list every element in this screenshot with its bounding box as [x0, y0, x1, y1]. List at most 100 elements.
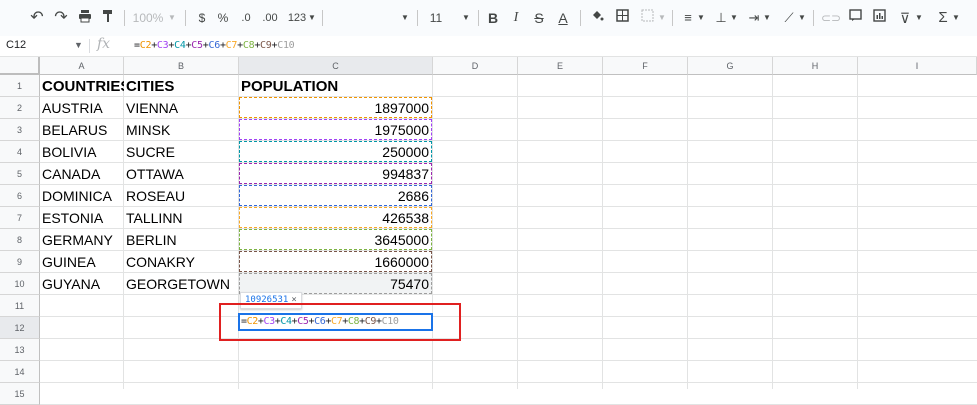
city-cell[interactable]: GEORGETOWN — [126, 276, 238, 293]
row-header-15[interactable]: 15 — [0, 383, 40, 405]
chevron-down-icon: ▼ — [308, 13, 316, 22]
row-header-1[interactable]: 1 — [0, 75, 40, 97]
country-cell[interactable]: DOMINICA — [42, 188, 124, 205]
chevron-down-icon: ▼ — [798, 13, 806, 22]
country-cell[interactable]: BELARUS — [42, 122, 124, 139]
strikethrough-icon[interactable]: S — [531, 9, 547, 27]
population-cell[interactable]: 2686 — [241, 188, 429, 205]
column-header-h[interactable]: H — [773, 57, 858, 75]
link-icon[interactable]: ⊂⊃ — [821, 9, 841, 27]
row-header-8[interactable]: 8 — [0, 229, 40, 251]
country-cell[interactable]: GERMANY — [42, 232, 124, 249]
row-header-12[interactable]: 12 — [0, 317, 40, 339]
text-color-icon[interactable]: A — [555, 9, 571, 27]
text-rotation-icon[interactable]: ⟋ — [781, 9, 797, 27]
select-all-corner[interactable] — [0, 57, 40, 75]
population-cell[interactable]: 1975000 — [241, 122, 429, 139]
percent-button[interactable]: % — [216, 9, 230, 27]
italic-icon[interactable]: I — [508, 9, 524, 27]
chevron-down-icon[interactable]: ▼ — [74, 40, 83, 50]
population-cell[interactable]: 3645000 — [241, 232, 429, 249]
country-cell[interactable]: AUSTRIA — [42, 100, 124, 117]
column-header-d[interactable]: D — [433, 57, 518, 75]
print-icon[interactable] — [76, 9, 94, 27]
chevron-down-icon: ▼ — [763, 13, 771, 22]
formula-token: C10 — [277, 40, 295, 51]
chevron-down-icon: ▼ — [168, 13, 176, 22]
row-header-5[interactable]: 5 — [0, 163, 40, 185]
column-header-b[interactable]: B — [124, 57, 239, 75]
country-cell[interactable]: GUINEA — [42, 254, 124, 271]
row-header-2[interactable]: 2 — [0, 97, 40, 119]
population-cell[interactable]: 426538 — [241, 210, 429, 227]
row-header-14[interactable]: 14 — [0, 361, 40, 383]
column-header-a[interactable]: A — [40, 57, 124, 75]
city-cell[interactable]: SUCRE — [126, 144, 238, 161]
bold-icon[interactable]: B — [485, 9, 501, 27]
fx-icon: fx — [97, 36, 111, 52]
undo-icon[interactable]: ↶ — [28, 9, 46, 27]
chart-icon[interactable] — [871, 9, 887, 27]
country-cell[interactable]: CANADA — [42, 166, 124, 183]
chevron-down-icon: ▼ — [730, 13, 738, 22]
decrease-decimal-button[interactable]: .0 — [238, 9, 254, 27]
row-header-4[interactable]: 4 — [0, 141, 40, 163]
text-wrapping-icon[interactable]: ⇥ — [746, 9, 762, 27]
formula-token: C4 — [174, 40, 186, 51]
merge-cells-icon[interactable] — [639, 9, 655, 27]
chevron-down-icon: ▼ — [462, 13, 470, 22]
country-cell[interactable]: ESTONIA — [42, 210, 124, 227]
paint-format-icon[interactable] — [99, 9, 117, 27]
vertical-align-icon[interactable]: ⊥ — [713, 9, 729, 27]
city-cell[interactable]: TALLINN — [126, 210, 238, 227]
city-cell[interactable]: VIENNA — [126, 100, 238, 117]
highlight-box — [219, 303, 461, 341]
more-formats-button[interactable]: 123 — [285, 9, 309, 27]
formula-input[interactable]: =C2+C3+C4+C5+C6+C7+C8+C9+C10 — [134, 40, 295, 51]
row-header-3[interactable]: 3 — [0, 119, 40, 141]
zoom-select[interactable]: 100% — [131, 9, 165, 27]
formula-token: C6 — [208, 40, 220, 51]
header-population[interactable]: POPULATION — [241, 78, 431, 98]
header-cities[interactable]: CITIES — [126, 78, 238, 98]
population-cell[interactable]: 250000 — [241, 144, 429, 161]
population-cell[interactable]: 1660000 — [241, 254, 429, 271]
row-header-9[interactable]: 9 — [0, 251, 40, 273]
row-header-7[interactable]: 7 — [0, 207, 40, 229]
city-cell[interactable]: CONAKRY — [126, 254, 238, 271]
column-header-f[interactable]: F — [603, 57, 688, 75]
increase-decimal-button[interactable]: .00 — [260, 9, 280, 27]
currency-button[interactable]: $ — [195, 9, 209, 27]
row-header-13[interactable]: 13 — [0, 339, 40, 361]
population-cell[interactable]: 994837 — [241, 166, 429, 183]
borders-icon[interactable] — [614, 9, 630, 27]
city-cell[interactable]: OTTAWA — [126, 166, 238, 183]
name-box[interactable]: C12 — [6, 39, 26, 51]
column-header-g[interactable]: G — [688, 57, 773, 75]
population-cell[interactable]: 75470 — [241, 276, 429, 293]
city-cell[interactable]: BERLIN — [126, 232, 238, 249]
row-header-11[interactable]: 11 — [0, 295, 40, 317]
chevron-down-icon: ▼ — [658, 13, 666, 22]
city-cell[interactable]: ROSEAU — [126, 188, 238, 205]
column-header-c[interactable]: C — [239, 57, 433, 75]
row-header-10[interactable]: 10 — [0, 273, 40, 295]
row-header-6[interactable]: 6 — [0, 185, 40, 207]
country-cell[interactable]: GUYANA — [42, 276, 124, 293]
font-family-chevron-icon[interactable]: ▼ — [400, 9, 410, 27]
column-header-i[interactable]: I — [858, 57, 977, 75]
header-countries[interactable]: COUNTRIES — [42, 78, 124, 98]
country-cell[interactable]: BOLIVIA — [42, 144, 124, 161]
redo-icon[interactable]: ↷ — [52, 9, 70, 27]
comment-icon[interactable] — [847, 9, 863, 27]
population-cell[interactable]: 1897000 — [241, 100, 429, 117]
formula-token: C3 — [156, 40, 169, 51]
formula-token: C2 — [139, 40, 152, 51]
font-size-select[interactable]: 11 — [426, 9, 446, 27]
functions-icon[interactable]: Σ — [935, 9, 951, 27]
fill-color-icon[interactable] — [589, 9, 605, 27]
filter-icon[interactable]: ⊽ — [897, 9, 913, 27]
city-cell[interactable]: MINSK — [126, 122, 238, 139]
horizontal-align-icon[interactable]: ≡ — [680, 9, 696, 27]
column-header-e[interactable]: E — [518, 57, 603, 75]
